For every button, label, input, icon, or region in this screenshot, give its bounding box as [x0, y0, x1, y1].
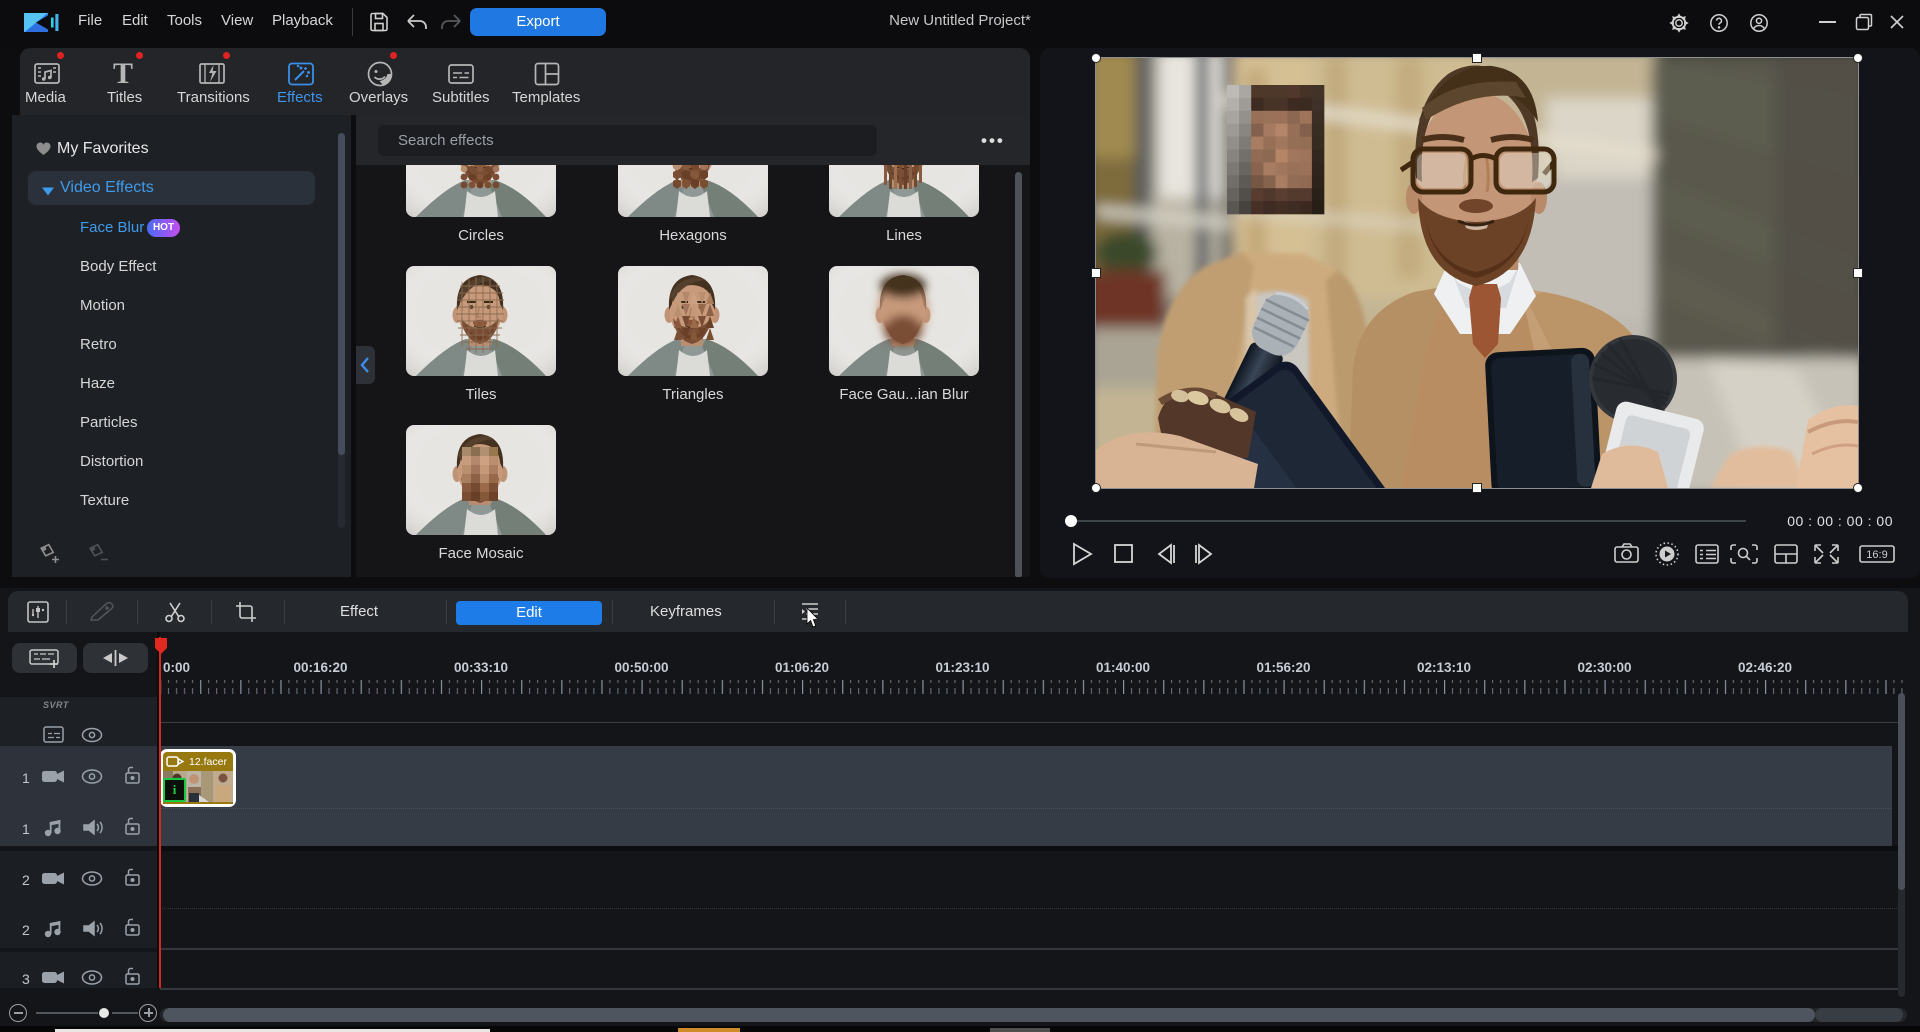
svg-text:2: 2: [22, 872, 30, 888]
svg-text:00:50:00: 00:50:00: [614, 660, 668, 675]
svg-text:12.facer: 12.facer: [189, 756, 227, 768]
svg-text:00:33:10: 00:33:10: [454, 660, 508, 675]
svg-text:01:23:10: 01:23:10: [935, 660, 989, 675]
svg-text:16:9: 16:9: [1866, 549, 1887, 561]
svg-text:01:56:20: 01:56:20: [1256, 660, 1310, 675]
svg-text:02:46:20: 02:46:20: [1738, 660, 1792, 675]
svg-text:02:30:00: 02:30:00: [1577, 660, 1631, 675]
svg-text:0:00: 0:00: [163, 660, 190, 675]
svg-text:3: 3: [22, 971, 30, 987]
svg-text:00:16:20: 00:16:20: [293, 660, 347, 675]
svg-text:2: 2: [22, 922, 30, 938]
svg-text:1: 1: [22, 821, 30, 837]
svg-text:02:13:10: 02:13:10: [1417, 660, 1471, 675]
svg-text:01:06:20: 01:06:20: [775, 660, 829, 675]
svg-text:1: 1: [22, 770, 30, 786]
svg-text:01:40:00: 01:40:00: [1096, 660, 1150, 675]
